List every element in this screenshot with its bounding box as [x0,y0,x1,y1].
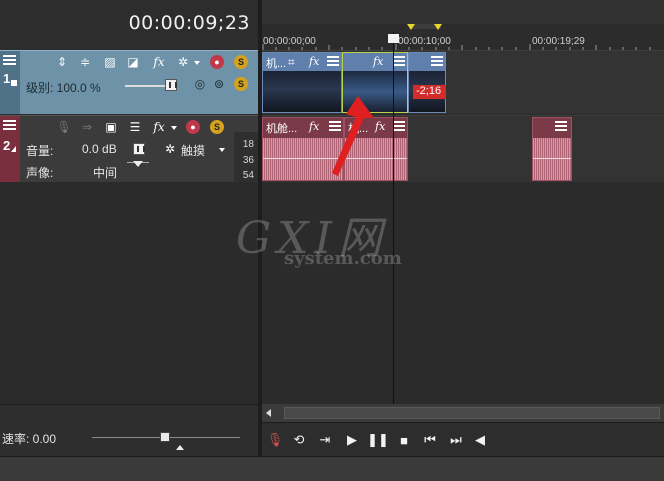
watermark: GXI网 system.com [236,202,402,269]
pause-button[interactable]: ❚❚ [367,432,389,448]
input-icon[interactable]: ⇒ [80,120,94,134]
fx-icon[interactable]: fx [309,120,319,133]
rate-label: 速率: 0.00 [2,432,57,446]
crop-icon[interactable]: ⌗ [288,55,295,70]
level-meter: 18 36 54 [234,132,258,182]
playhead-handle[interactable] [388,34,399,43]
transport-controls: 🎙 ⟲ ⇥ ▶ ❚❚ ■ ⏮ ⏭ ◀ [262,422,664,456]
video-track-strip[interactable]: 1 [0,51,20,114]
clip-menu-icon[interactable] [431,56,443,67]
track-number: 1 [3,71,11,86]
fx-icon[interactable]: fx [309,55,319,68]
gear-icon[interactable]: ✲ [163,142,177,156]
track-menu-icon[interactable] [3,55,16,66]
loop-playback-button[interactable]: ⟲ [291,432,307,448]
clip-menu-icon[interactable] [393,56,405,67]
audio-track-header[interactable]: 2 🎙 ⇒ ▣ ☰ fx ● S 音量: 0.0 dB ✲ 触摸 声像: 中间 [0,115,258,182]
volume-value[interactable]: 0.0 dB [82,142,117,156]
record-icon[interactable]: ● [186,120,200,134]
video-track-lane[interactable]: 机... ⌗ fx fx [262,50,664,114]
level-label: 级别: 100.0 % [26,81,101,95]
scrollbar-thumb[interactable] [284,407,660,419]
dropdown-icon[interactable] [171,126,177,130]
rate-slider-thumb[interactable] [160,432,170,442]
fx-icon[interactable]: fx [152,55,166,69]
composite-mode-icon[interactable]: ◪ [126,55,140,69]
bypass-icon[interactable]: ▣ [104,120,118,134]
clip-menu-icon[interactable] [327,56,339,67]
volume-slider-thumb[interactable] [133,143,145,155]
clip-title: 机舱... [266,123,298,135]
rate-panel: 速率: 0.00 [0,404,258,456]
rate-default-marker-icon [176,445,184,450]
timeline-scrollbar[interactable] [262,404,664,422]
mask-icon[interactable]: ◎ [193,77,207,91]
audio-track-strip[interactable]: 2 [0,116,20,182]
timecode-display[interactable]: 00:00:09;23 [129,12,250,34]
watermark-sub: system.com [284,248,402,269]
status-bar [0,456,664,481]
record-button[interactable]: 🎙 [267,432,284,448]
play-button[interactable]: ▶ [344,432,360,448]
touch-mode-value[interactable]: 触摸 [181,142,205,159]
move-up-icon[interactable]: ⇕ [55,55,69,69]
dropdown-icon[interactable] [219,148,225,152]
clip-menu-icon[interactable] [393,121,405,132]
motion-icon[interactable]: ⊚ [212,77,226,91]
meter-tick: 54 [242,170,254,181]
fx-icon[interactable]: fx [375,120,385,133]
go-to-end-button[interactable]: ⏭ [448,432,464,448]
track-type-icon [11,80,17,86]
video-clip[interactable] [408,52,446,113]
clip-menu-icon[interactable] [555,121,567,132]
track-list-empty-area[interactable] [0,182,258,404]
meter-tick: 36 [242,155,254,166]
dropdown-icon[interactable] [194,61,200,65]
bypass-icon[interactable]: ▨ [103,55,117,69]
time-ruler[interactable]: 00:00:00;00 00:00:10;00 00:00:19;29 [262,0,664,50]
fx-icon[interactable]: fx [373,55,383,68]
loop-start-marker-icon[interactable] [407,24,415,30]
crossfade-duration-badge: -2;16 [413,85,446,99]
play-from-start-button[interactable]: ⇥ [317,432,333,448]
pan-label: 声像: [26,166,54,180]
audio-clip[interactable] [532,117,572,181]
marker-bar[interactable] [262,0,664,24]
fx-icon[interactable]: fx [152,120,166,134]
waveform-centerline [533,158,571,159]
track-type-icon [11,146,16,152]
track-menu-icon[interactable] [3,120,16,131]
meter-tick: 18 [242,139,254,150]
record-icon[interactable]: ● [210,55,224,69]
solo-icon-2[interactable]: S [234,77,248,91]
stop-button[interactable]: ■ [396,432,412,448]
scroll-left-icon[interactable] [266,409,271,417]
pan-value[interactable]: 中间 [93,164,117,181]
go-to-start-button[interactable]: ⏮ [422,432,438,448]
audio-waveform [533,138,571,180]
audio-track-lane[interactable]: 机舱... fx 机... fx [262,115,664,182]
playhead-cursor[interactable] [393,32,394,404]
volume-label: 音量: [26,144,54,158]
timecode-panel: 00:00:09;23 [0,0,258,50]
solo-icon[interactable]: S [234,55,248,69]
track-number: 2 [3,138,11,153]
loop-end-marker-icon[interactable] [434,24,442,30]
microphone-icon[interactable]: 🎙 [56,120,71,134]
gear-icon[interactable]: ✲ [176,55,190,69]
solo-icon[interactable]: S [210,120,224,134]
video-track-header[interactable]: 1 ⇕ ≑ ▨ ◪ fx ✲ ● S 级别: 100.0 % ◎ ⊚ S [0,50,258,114]
clip-title: 机... [266,58,287,70]
mute-icon[interactable]: ≑ [78,55,92,69]
invert-phase-icon[interactable]: ☰ [128,120,142,134]
annotation-arrow-icon [332,96,374,176]
previous-frame-button[interactable]: ◀ [472,432,488,448]
pan-slider-thumb[interactable] [133,161,143,167]
level-slider-thumb[interactable] [165,79,177,91]
